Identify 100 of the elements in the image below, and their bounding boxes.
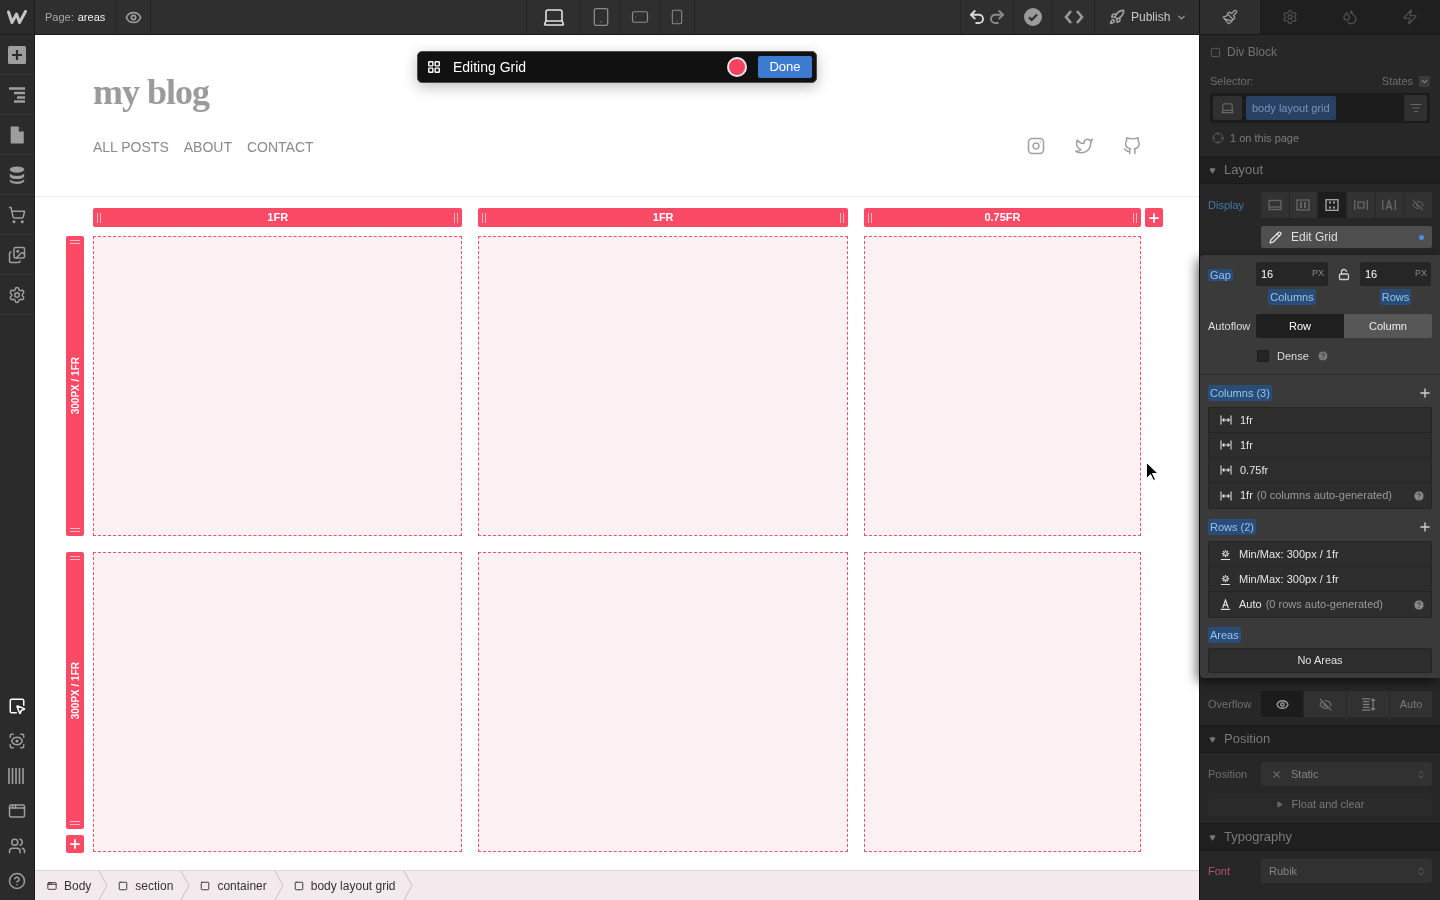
chevron-separator-icon: [402, 871, 413, 900]
column-track-bar[interactable]: 0.75FR: [863, 208, 1141, 227]
dropdown-caret-icon[interactable]: [1419, 75, 1430, 87]
number-field[interactable]: 16 PX: [1360, 262, 1431, 286]
add-column-button[interactable]: [1145, 208, 1163, 227]
grid-icon: [427, 60, 441, 74]
class-chip[interactable]: body layout grid: [1246, 96, 1336, 120]
breadcrumb-item[interactable]: Body: [47, 875, 92, 896]
track-item[interactable]: 1fr (0 columns auto-generated): [1209, 483, 1431, 508]
section-header[interactable]: Typography: [1200, 823, 1440, 851]
add-row-button[interactable]: [66, 835, 84, 853]
breadcrumb-item[interactable]: section: [118, 875, 174, 896]
dense-label: Dense: [1277, 348, 1309, 364]
drag-handle-icon[interactable]: [70, 821, 80, 825]
square-icon: [1210, 46, 1221, 58]
overflow-option[interactable]: [1304, 691, 1346, 717]
stacked-lines-icon[interactable]: [8, 85, 26, 104]
nav-link[interactable]: CONTACT: [247, 139, 314, 155]
autoflow-option[interactable]: Column: [1344, 314, 1432, 338]
overflow-option[interactable]: [1261, 691, 1303, 717]
help-icon[interactable]: [1413, 598, 1425, 611]
lightning-icon: [1402, 9, 1418, 25]
panel-tab[interactable]: [1200, 0, 1260, 34]
scan-eye-icon[interactable]: [8, 731, 26, 750]
overflow-option[interactable]: Auto: [1390, 691, 1432, 717]
letter-a-underline-icon: [1220, 599, 1231, 610]
section-header[interactable]: Layout: [1200, 156, 1440, 184]
columns-title: Columns (3): [1208, 384, 1272, 402]
page-name[interactable]: areas: [77, 8, 106, 26]
track-item[interactable]: 1fr: [1209, 433, 1431, 458]
column-track-bar[interactable]: 1FR: [93, 208, 463, 227]
number-field[interactable]: 16 PX: [1256, 262, 1328, 286]
help-icon[interactable]: [1316, 350, 1329, 362]
add-icon[interactable]: [8, 45, 26, 64]
drag-handle-icon[interactable]: [482, 212, 487, 223]
logo-icon[interactable]: [7, 10, 27, 24]
column-size-label: 0.75FR: [984, 210, 1021, 226]
database-icon[interactable]: [8, 165, 26, 184]
track-item[interactable]: 1fr: [1209, 408, 1431, 433]
chevron-separator-icon: [180, 871, 191, 900]
nav-link[interactable]: ABOUT: [183, 139, 232, 155]
square-icon: [293, 880, 304, 891]
breadcrumb-item[interactable]: container: [200, 875, 267, 896]
triangle-down-icon: [1209, 833, 1216, 841]
track-item[interactable]: 0.75fr: [1209, 458, 1431, 483]
phone-icon[interactable]: [669, 7, 685, 27]
plus-icon[interactable]: [1418, 386, 1432, 400]
code-brackets-icon[interactable]: [1063, 10, 1084, 24]
drag-handle-icon[interactable]: [70, 556, 80, 560]
drag-handle-icon[interactable]: [867, 212, 872, 223]
drag-handle-icon[interactable]: [70, 240, 80, 244]
square-icon: [118, 880, 129, 891]
help-icon[interactable]: [8, 871, 26, 890]
vertical-bars-icon[interactable]: [8, 766, 26, 785]
undo-icon[interactable]: [968, 8, 986, 26]
pencil-icon: [1269, 230, 1282, 244]
autoflow-label: Autoflow: [1208, 318, 1252, 334]
pointer-square-icon[interactable]: [8, 696, 26, 715]
check-circle-icon[interactable]: [1024, 8, 1042, 26]
drag-handle-icon[interactable]: [70, 528, 80, 532]
redo-icon[interactable]: [988, 8, 1006, 26]
track-item[interactable]: Min/Max: 300px / 1fr: [1209, 542, 1431, 567]
images-icon[interactable]: [8, 245, 26, 264]
twitter-icon[interactable]: [1075, 137, 1093, 155]
plus-icon[interactable]: [1418, 520, 1432, 534]
overflow-option[interactable]: [1347, 691, 1389, 717]
position-select[interactable]: Static: [1261, 762, 1432, 786]
settings-icon[interactable]: [8, 285, 26, 304]
done-button[interactable]: Done: [758, 56, 812, 78]
phone-landscape-icon[interactable]: [630, 8, 650, 26]
section-header[interactable]: Position: [1200, 725, 1440, 753]
areas-title: Areas: [1208, 626, 1241, 644]
drag-handle-icon[interactable]: [97, 212, 101, 223]
gap-axis-label: Columns: [1268, 288, 1316, 306]
list-icon[interactable]: [1404, 95, 1427, 121]
font-select[interactable]: Rubik: [1261, 859, 1432, 883]
github-icon[interactable]: [1123, 137, 1141, 155]
display-option[interactable]: [1318, 192, 1346, 218]
chevron-separator-icon: [273, 871, 284, 900]
cart-icon[interactable]: [8, 205, 26, 224]
drag-handle-icon[interactable]: [839, 212, 844, 223]
instagram-icon[interactable]: [1027, 137, 1045, 155]
users-icon[interactable]: [8, 836, 26, 855]
breadcrumb-item[interactable]: body layout grid: [293, 875, 396, 896]
dense-checkbox[interactable]: [1257, 350, 1269, 362]
window-icon[interactable]: [8, 801, 26, 820]
row-track-bar[interactable]: 300PX / 1FR: [66, 552, 84, 829]
nav-link[interactable]: ALL POSTS: [93, 139, 169, 155]
edit-grid-button[interactable]: Edit Grid: [1261, 226, 1432, 248]
track-item[interactable]: Min/Max: 300px / 1fr: [1209, 567, 1431, 592]
selector-field[interactable]: body layout grid: [1210, 93, 1430, 123]
row-track-bar[interactable]: 300PX / 1FR: [66, 236, 84, 536]
lock-icon[interactable]: [1338, 267, 1350, 281]
drag-handle-icon[interactable]: [454, 212, 459, 223]
drag-handle-icon[interactable]: [1133, 212, 1137, 223]
column-track-bar[interactable]: 1FR: [478, 208, 848, 227]
document-icon[interactable]: [8, 125, 26, 144]
track-item[interactable]: Auto (0 rows auto-generated): [1209, 592, 1431, 617]
help-icon[interactable]: [1413, 489, 1425, 502]
autoflow-option[interactable]: Row: [1256, 314, 1344, 338]
